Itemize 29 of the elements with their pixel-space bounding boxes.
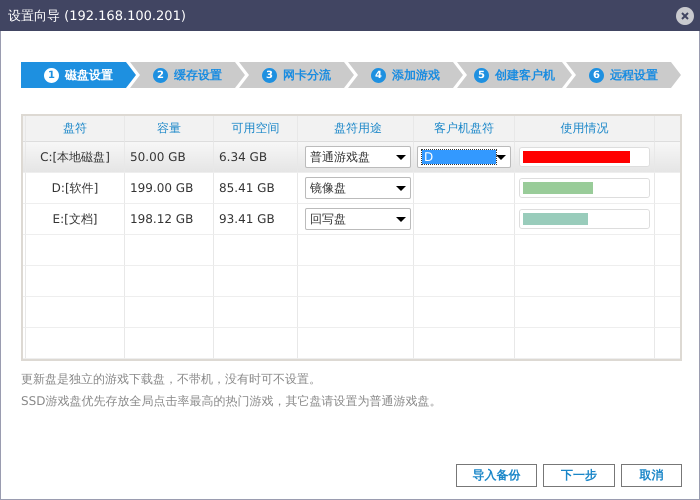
dialog-button[interactable]: 下一步 — [543, 464, 615, 487]
table-cell: 93.41 GB — [214, 204, 298, 235]
hint-text: 更新盘是独立的游戏下载盘，不带机，没有时可不设置。 — [21, 371, 322, 388]
table-cell: 6.34 GB — [214, 142, 298, 173]
wizard-step[interactable]: 2 缓存设置 — [130, 62, 245, 88]
wizard-step[interactable]: 6 远程设置 — [566, 62, 681, 88]
hint-text: SSD游戏盘优先存放全局点击率最高的热门游戏，其它盘请设置为普通游戏盘。 — [21, 393, 442, 410]
dialog-button[interactable]: 导入备份 — [456, 464, 537, 487]
wizard-step[interactable]: 3 网卡分流 — [239, 62, 354, 88]
table-cell: E:[文档] — [26, 204, 125, 235]
table-cell: C:[本地磁盘] — [26, 142, 125, 173]
table-cell: 50.00 GB — [125, 142, 214, 173]
usage-dropdown[interactable]: 回写盘 — [305, 208, 411, 230]
wizard-step[interactable]: 5 创建客户机 — [457, 62, 572, 88]
table-cell: 199.00 GB — [125, 173, 214, 204]
dialog-button[interactable]: 取消 — [621, 464, 682, 487]
window-title: 设置向导 (192.168.100.201) — [8, 8, 186, 24]
table-cell: D:[软件] — [26, 173, 125, 204]
table-row[interactable]: C:[本地磁盘] 50.00 GB 6.34 GB 普通游戏盘 D — [23, 142, 680, 173]
usage-dropdown[interactable]: 镜像盘 — [305, 177, 411, 199]
table-cell: 198.12 GB — [125, 204, 214, 235]
close-icon[interactable] — [676, 6, 694, 24]
wizard-step[interactable]: 4 添加游戏 — [348, 62, 463, 88]
wizard-step[interactable]: 1 磁盘设置 — [21, 62, 136, 88]
table-cell: 85.41 GB — [214, 173, 298, 204]
table-row[interactable]: E:[文档] 198.12 GB 93.41 GB 回写盘 — [23, 204, 680, 235]
table-row[interactable]: D:[软件] 199.00 GB 85.41 GB 镜像盘 — [23, 173, 680, 204]
client-drive-dropdown[interactable]: D — [417, 146, 511, 168]
usage-dropdown[interactable]: 普通游戏盘 — [305, 146, 411, 168]
